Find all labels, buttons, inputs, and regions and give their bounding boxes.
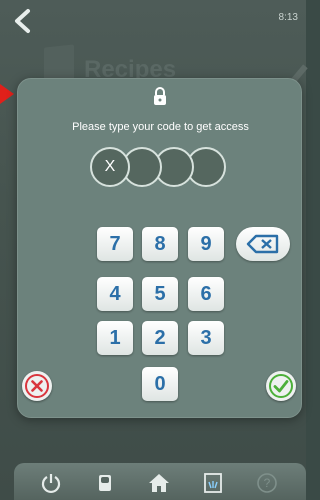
power-icon[interactable] [40, 472, 62, 494]
cancel-button[interactable] [22, 371, 52, 401]
code-slot-1: X [90, 147, 130, 187]
backspace-icon [246, 234, 279, 254]
back-icon[interactable] [10, 8, 36, 34]
dialog-prompt: Please type your code to get access [72, 121, 249, 133]
key-7[interactable]: 7 [97, 227, 133, 261]
dishwasher-icon[interactable] [202, 472, 224, 494]
key-0[interactable]: 0 [142, 367, 178, 401]
bottom-nav: ? [14, 463, 306, 500]
top-bar: 8:13 [0, 0, 306, 40]
key-9[interactable]: 9 [188, 227, 224, 261]
checkmark-icon [269, 374, 293, 398]
key-8[interactable]: 8 [142, 227, 178, 261]
help-icon[interactable]: ? [256, 472, 278, 494]
confirm-button[interactable] [266, 371, 296, 401]
lock-icon [152, 86, 168, 106]
lock-dialog: Please type your code to get access X 7 … [17, 78, 302, 418]
key-6[interactable]: 6 [188, 277, 224, 311]
key-1[interactable]: 1 [97, 321, 133, 355]
key-2[interactable]: 2 [142, 321, 178, 355]
backspace-button[interactable] [236, 227, 290, 261]
cancel-icon [25, 374, 49, 398]
chef-hat-icon[interactable] [94, 472, 116, 494]
home-icon[interactable] [148, 472, 170, 494]
code-display: X [90, 147, 240, 187]
annotation-arrow [0, 84, 14, 104]
svg-text:?: ? [264, 476, 271, 490]
key-4[interactable]: 4 [97, 277, 133, 311]
status-time: 8:13 [278, 12, 298, 23]
key-3[interactable]: 3 [188, 321, 224, 355]
key-5[interactable]: 5 [142, 277, 178, 311]
